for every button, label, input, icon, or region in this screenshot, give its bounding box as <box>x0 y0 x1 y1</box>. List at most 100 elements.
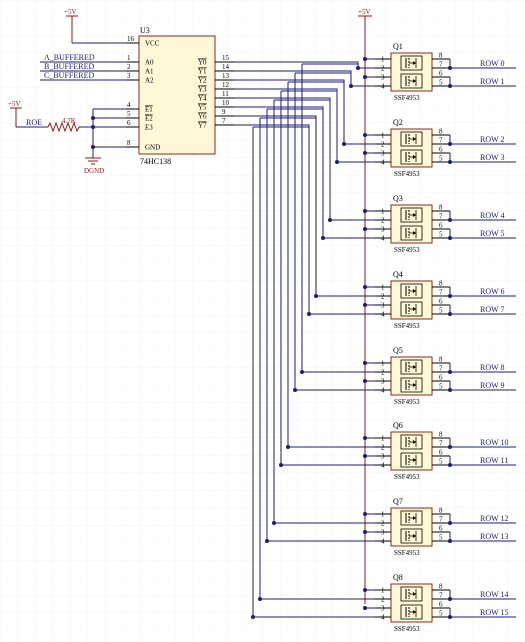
mosfet-pin-number: 1 <box>381 587 385 595</box>
mosfet-pin-number: 7 <box>439 289 443 297</box>
mosfet-pin-number: 3 <box>381 226 385 234</box>
row-net-label: ROW 2 <box>480 135 505 144</box>
decoder-pin-number: 13 <box>222 72 230 80</box>
decoder-pin-number: 12 <box>222 81 230 89</box>
mosfet-pin-number: 3 <box>381 529 385 537</box>
row-net-label: ROW 12 <box>480 514 509 523</box>
mosfet-pin-number: 8 <box>439 280 443 288</box>
mosfet-pin-number: 1 <box>381 435 385 443</box>
mosfet-pin-number: 2 <box>381 520 385 528</box>
mosfet-pin-number: 4 <box>381 538 385 546</box>
mosfet-part: SSF4953 <box>394 625 420 633</box>
net-label-b: B_BUFFERED <box>44 62 94 71</box>
mosfet-pin-number: 8 <box>439 204 443 212</box>
decoder-pin-name: A1 <box>145 68 154 76</box>
decoder-pin-name: E1 <box>145 106 153 114</box>
decoder-pin-name: Y2 <box>198 77 207 85</box>
decoder-pin-number: 15 <box>222 54 230 62</box>
decoder-pin-number: 2 <box>127 63 131 71</box>
mosfet-pin-number: 5 <box>439 79 443 87</box>
mosfet-pin-number: 7 <box>439 137 443 145</box>
mosfet-pin-number: 5 <box>439 383 443 391</box>
mosfet-pin-number: 6 <box>439 222 443 230</box>
row-net-label: ROW 0 <box>480 59 505 68</box>
mosfet-pin-number: 6 <box>439 601 443 609</box>
mosfet-pin-number: 1 <box>381 284 385 292</box>
row-net-label: ROW 6 <box>480 287 505 296</box>
mosfet-body <box>390 280 433 320</box>
mosfet-pin-number: 5 <box>439 231 443 239</box>
mosfet-pin-number: 4 <box>381 83 385 91</box>
mosfet-pin-number: 3 <box>381 302 385 310</box>
mosfet-pin-number: 1 <box>381 132 385 140</box>
mosfet-body <box>390 128 433 168</box>
decoder-pin-number: 7 <box>222 117 226 125</box>
vcc-label: +5V <box>64 8 77 16</box>
mosfet-pin-number: 6 <box>439 146 443 154</box>
mosfet-pin-number: 4 <box>381 462 385 470</box>
mosfet-part: SSF4953 <box>394 398 420 406</box>
mosfet-body <box>390 52 433 92</box>
mosfet-ref: Q5 <box>393 346 403 355</box>
net-label-a: A_BUFFERED <box>44 53 95 62</box>
mosfet-part: SSF4953 <box>394 170 420 178</box>
row-net-label: ROW 5 <box>480 229 505 238</box>
mosfet-ref: Q4 <box>393 270 403 279</box>
decoder-pin-name: Y7 <box>198 122 207 130</box>
mosfet-part: SSF4953 <box>394 549 420 557</box>
row-net-label: ROW 7 <box>480 305 505 314</box>
mosfet-pin-number: 5 <box>439 610 443 618</box>
row-net-label: ROW 10 <box>480 438 509 447</box>
row-net-label: ROW 11 <box>480 456 508 465</box>
row-net-label: ROW 4 <box>480 211 505 220</box>
decoder-pin-number: 3 <box>127 72 131 80</box>
mosfet-body <box>390 583 433 623</box>
mosfet-pin-number: 1 <box>381 511 385 519</box>
mosfet-pin-number: 5 <box>439 534 443 542</box>
mosfet-pin-number: 6 <box>439 374 443 382</box>
mosfet-pin-number: 8 <box>439 431 443 439</box>
decoder-pin-number: 10 <box>222 99 230 107</box>
mosfet-pin-number: 7 <box>439 365 443 373</box>
decoder-part: 74HC138 <box>140 157 171 166</box>
mosfet-body <box>390 204 433 244</box>
decoder-pin-name: Y5 <box>198 104 207 112</box>
row-net-label: ROW 9 <box>480 381 505 390</box>
decoder-pin-name: A2 <box>145 77 154 85</box>
mosfet-pin-number: 2 <box>381 217 385 225</box>
decoder-pin-number: 6 <box>127 119 131 127</box>
mosfet-pin-number: 7 <box>439 592 443 600</box>
mosfet-pin-number: 2 <box>381 369 385 377</box>
decoder-pin-number: 14 <box>222 63 230 71</box>
mosfet-pin-number: 6 <box>439 525 443 533</box>
mosfet-pin-number: 4 <box>381 159 385 167</box>
mosfet-pin-number: 8 <box>439 583 443 591</box>
mosfet-pin-number: 3 <box>381 74 385 82</box>
vcc-roe-label: +5V <box>8 100 21 108</box>
mosfet-ref: Q6 <box>393 421 403 430</box>
net-label-c: C_BUFFERED <box>44 71 94 80</box>
mosfet-part: SSF4953 <box>394 322 420 330</box>
mosfet-pin-number: 8 <box>439 52 443 60</box>
decoder-pin-name: Y1 <box>198 68 207 76</box>
mosfet-pin-number: 2 <box>381 596 385 604</box>
mosfet-pin-number: 4 <box>381 235 385 243</box>
mosfet-pin-number: 2 <box>381 444 385 452</box>
decoder-pin-number: 9 <box>222 108 226 116</box>
mosfet-pin-number: 6 <box>439 449 443 457</box>
row-net-label: ROW 13 <box>480 532 509 541</box>
mosfet-part: SSF4953 <box>394 94 420 102</box>
vcc-rail-label: +5V <box>358 8 371 16</box>
mosfet-ref: Q7 <box>393 497 403 506</box>
mosfet-ref: Q3 <box>393 194 403 203</box>
decoder-pin-name: A0 <box>145 59 154 67</box>
decoder-pin-number: 16 <box>127 35 135 43</box>
decoder-ref: U3 <box>140 26 150 35</box>
mosfet-pin-number: 6 <box>439 70 443 78</box>
row-net-label: ROW 1 <box>480 77 505 86</box>
mosfet-body <box>390 431 433 471</box>
decoder-pin-name: Y0 <box>198 59 207 67</box>
mosfet-pin-number: 5 <box>439 155 443 163</box>
sheet-grid <box>0 0 525 642</box>
decoder-pin-name: Y6 <box>198 113 207 121</box>
